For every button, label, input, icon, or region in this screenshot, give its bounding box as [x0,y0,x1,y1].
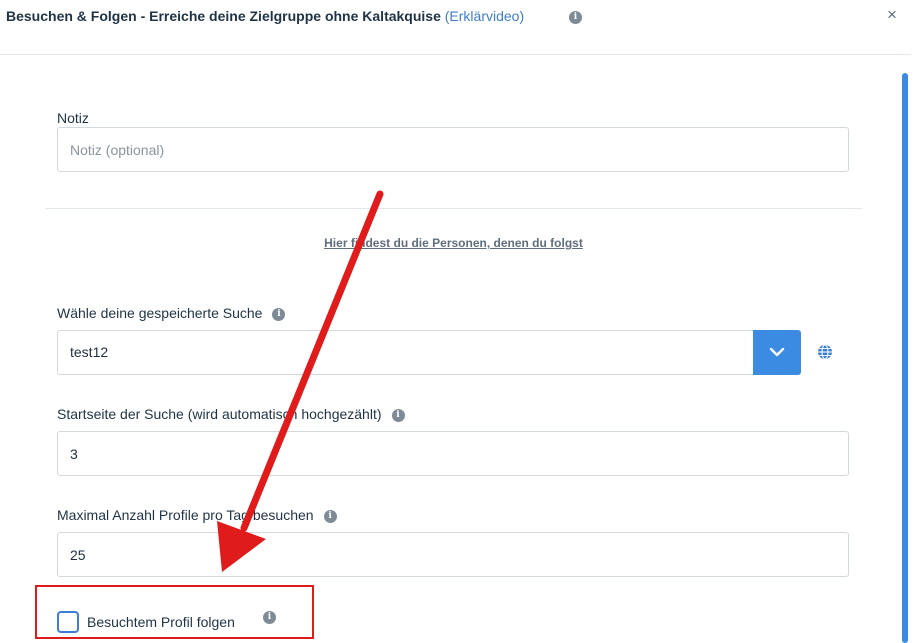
close-icon: × [887,5,897,24]
max-profiles-label-text: Maximal Anzahl Profile pro Tag besuchen [57,507,314,523]
followed-people-link[interactable]: Hier findest du die Personen, denen du f… [0,236,907,250]
info-icon[interactable]: i [569,11,582,24]
note-label: Notiz [57,110,89,126]
globe-icon[interactable] [817,344,833,360]
start-page-label-text: Startseite der Suche (wird automatisch h… [57,406,382,422]
dialog-header: Besuchen & Folgen - Erreiche deine Zielg… [0,0,911,55]
follow-profile-label[interactable]: Besuchtem Profil folgen [87,614,235,630]
dialog-title-text: Besuchen & Folgen - Erreiche deine Zielg… [6,8,441,24]
info-icon[interactable]: i [272,307,286,321]
saved-search-label-text: Wähle deine gespeicherte Suche [57,305,263,321]
info-icon[interactable]: i [323,509,337,523]
scrollbar-thumb[interactable] [902,73,908,643]
max-profiles-input[interactable] [57,532,849,577]
explainer-video-link[interactable]: (Erklärvideo) [445,8,524,24]
saved-search-value[interactable]: test12 [57,330,754,375]
note-input[interactable] [57,127,849,172]
dialog-title: Besuchen & Folgen - Erreiche deine Zielg… [6,8,524,24]
saved-search-dropdown-button[interactable] [753,330,801,375]
max-profiles-label: Maximal Anzahl Profile pro Tag besuchen i [57,507,337,523]
close-button[interactable]: × [887,5,897,25]
follow-profile-checkbox[interactable] [57,611,79,633]
saved-search-label: Wähle deine gespeicherte Suche i [57,305,286,321]
saved-search-select[interactable]: test12 [57,330,801,375]
start-page-input[interactable] [57,431,849,476]
note-label-text: Notiz [57,110,89,126]
start-page-label: Startseite der Suche (wird automatisch h… [57,406,405,422]
chevron-down-icon [769,347,785,357]
info-icon[interactable]: i [391,408,405,422]
divider [45,208,862,209]
info-icon[interactable]: i [263,611,276,624]
